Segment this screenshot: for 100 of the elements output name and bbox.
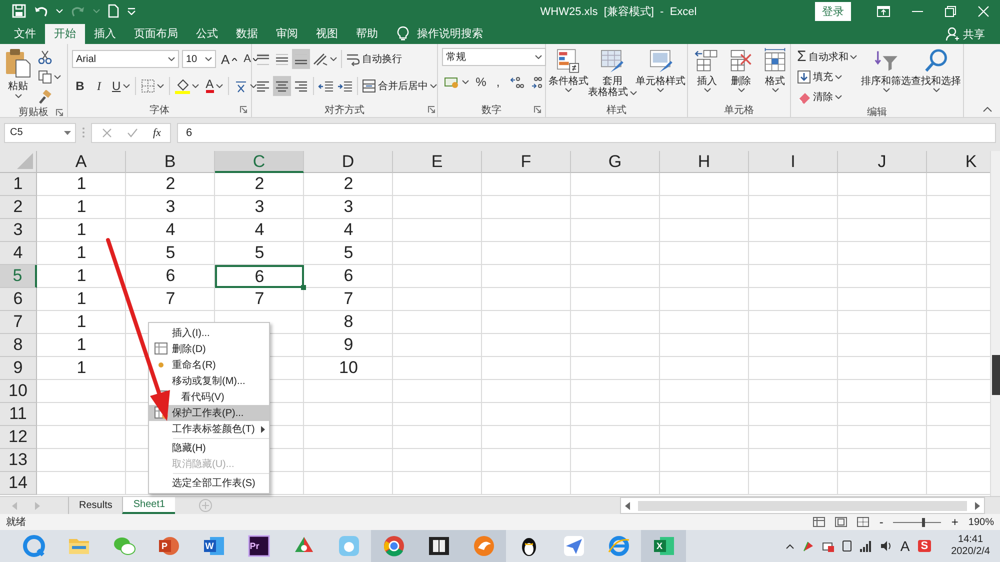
- taskbar-app-button[interactable]: P: [146, 530, 191, 562]
- new-document-icon[interactable]: [108, 4, 119, 18]
- column-header[interactable]: F: [482, 151, 571, 173]
- row-header[interactable]: 1: [0, 173, 37, 196]
- column-header[interactable]: J: [838, 151, 927, 173]
- insert-function-button[interactable]: fx: [153, 126, 161, 138]
- name-box[interactable]: C5: [4, 122, 76, 142]
- column-header[interactable]: I: [749, 151, 838, 173]
- ribbon-tab[interactable]: 页面布局: [125, 24, 187, 44]
- row-header[interactable]: 8: [0, 334, 37, 357]
- merge-center-button[interactable]: 合并后居中: [361, 76, 438, 96]
- autosum-button[interactable]: Σ 自动求和: [795, 48, 860, 65]
- zoom-slider-thumb[interactable]: [922, 518, 926, 526]
- percent-button[interactable]: %: [474, 72, 488, 92]
- zoom-in-button[interactable]: +: [951, 516, 958, 528]
- undo-icon[interactable]: [34, 5, 48, 17]
- row-header[interactable]: 12: [0, 426, 37, 449]
- printer-alert-icon[interactable]: [822, 540, 834, 552]
- sort-filter-button[interactable]: 排序和筛选: [863, 48, 910, 105]
- font-name-box[interactable]: Arial: [72, 50, 179, 68]
- row-header[interactable]: 5: [0, 265, 37, 288]
- dialog-launcher-icon[interactable]: [428, 106, 435, 113]
- show-hidden-icons-icon[interactable]: [786, 544, 794, 548]
- fill-button[interactable]: 填充: [795, 68, 860, 85]
- ribbon-tab[interactable]: 公式: [187, 24, 227, 44]
- shrink-font-button[interactable]: A: [242, 49, 260, 69]
- dialog-launcher-icon[interactable]: [56, 109, 63, 116]
- ribbon-tab[interactable]: 数据: [227, 24, 267, 44]
- column-header[interactable]: E: [393, 151, 482, 173]
- column-header[interactable]: K: [927, 151, 990, 173]
- font-color-button[interactable]: A: [204, 76, 225, 96]
- scroll-thumb[interactable]: [992, 355, 1000, 395]
- column-header[interactable]: H: [660, 151, 749, 173]
- horizontal-align-button[interactable]: [273, 76, 291, 96]
- row-header[interactable]: 7: [0, 311, 37, 334]
- dialog-launcher-icon[interactable]: [240, 106, 247, 113]
- row-header[interactable]: 3: [0, 219, 37, 242]
- row-header[interactable]: 14: [0, 472, 37, 495]
- zoom-level[interactable]: 190%: [968, 516, 994, 528]
- dialog-launcher-icon[interactable]: [534, 106, 541, 113]
- row-header[interactable]: 2: [0, 196, 37, 219]
- horizontal-scrollbar[interactable]: [620, 497, 985, 514]
- menu-item[interactable]: 保护工作表(P)...: [149, 405, 269, 421]
- column-header[interactable]: A: [37, 151, 126, 173]
- share-button[interactable]: 共享: [946, 24, 985, 44]
- scroll-right-icon[interactable]: [975, 502, 980, 510]
- menu-item[interactable]: 移动或复制(M)...: [149, 373, 269, 389]
- comma-style-button[interactable]: ,: [491, 72, 505, 92]
- clock-date[interactable]: 2020/2/4: [951, 546, 990, 558]
- format-cells-button[interactable]: 格式: [760, 48, 790, 102]
- row-header[interactable]: 11: [0, 403, 37, 426]
- row-header[interactable]: 10: [0, 380, 37, 403]
- menu-item[interactable]: 隐藏(H): [149, 440, 269, 456]
- copy-button[interactable]: [36, 68, 63, 85]
- italic-button[interactable]: I: [91, 76, 107, 96]
- number-format-box[interactable]: 常规: [442, 48, 546, 66]
- speaker-icon[interactable]: [880, 540, 892, 552]
- page-layout-view-icon[interactable]: [835, 517, 848, 527]
- network-icon[interactable]: [860, 540, 872, 552]
- ribbon-tab[interactable]: 视图: [307, 24, 347, 44]
- wrap-text-button[interactable]: 自动换行: [345, 49, 403, 69]
- scroll-thumb[interactable]: [638, 500, 967, 510]
- column-header[interactable]: G: [571, 151, 660, 173]
- grow-font-button[interactable]: A: [219, 49, 239, 69]
- formula-input[interactable]: 6: [177, 122, 996, 142]
- clear-button[interactable]: 清除: [795, 88, 860, 105]
- row-header[interactable]: 6: [0, 288, 37, 311]
- flag-icon[interactable]: [802, 540, 814, 552]
- row-header[interactable]: 13: [0, 449, 37, 472]
- column-header[interactable]: C: [215, 151, 304, 173]
- underline-button[interactable]: U: [110, 76, 132, 96]
- menu-item[interactable]: 插入(I)...: [149, 325, 269, 341]
- taskbar-app-button[interactable]: X: [641, 530, 686, 562]
- find-select-button[interactable]: 查找和选择: [913, 48, 959, 105]
- cell-styles-button[interactable]: 单元格样式: [638, 48, 683, 102]
- format-as-table-button[interactable]: 套用 表格格式: [590, 48, 634, 102]
- page-break-view-icon[interactable]: [857, 517, 870, 527]
- column-header[interactable]: B: [126, 151, 215, 173]
- tell-me-search[interactable]: 操作说明搜索: [417, 24, 483, 44]
- phone-icon[interactable]: [842, 540, 852, 552]
- conditional-formatting-button[interactable]: 条件格式: [550, 48, 587, 102]
- save-icon[interactable]: [12, 4, 26, 18]
- close-icon[interactable]: [978, 6, 989, 16]
- menu-item[interactable]: 选定全部工作表(S): [149, 475, 269, 491]
- ribbon-tab[interactable]: 帮助: [347, 24, 387, 44]
- collapse-ribbon-icon[interactable]: [983, 107, 992, 112]
- taskbar-app-button[interactable]: W: [191, 530, 236, 562]
- menu-item[interactable]: 工作表标签颜色(T): [149, 421, 269, 437]
- ribbon-tab[interactable]: 开始: [45, 24, 85, 44]
- zoom-out-button[interactable]: -: [879, 516, 884, 528]
- ribbon-tab[interactable]: 插入: [85, 24, 125, 44]
- menu-item[interactable]: 重命名(R): [149, 357, 269, 373]
- bold-button[interactable]: B: [72, 76, 88, 96]
- column-header[interactable]: D: [304, 151, 393, 173]
- delete-cells-button[interactable]: 删除: [726, 48, 756, 102]
- restore-icon[interactable]: [945, 6, 956, 16]
- ribbon-tab[interactable]: 审阅: [267, 24, 307, 44]
- enter-check-icon[interactable]: [127, 128, 138, 138]
- insert-cells-button[interactable]: 插入: [692, 48, 722, 102]
- paste-button[interactable]: 粘贴: [4, 48, 32, 105]
